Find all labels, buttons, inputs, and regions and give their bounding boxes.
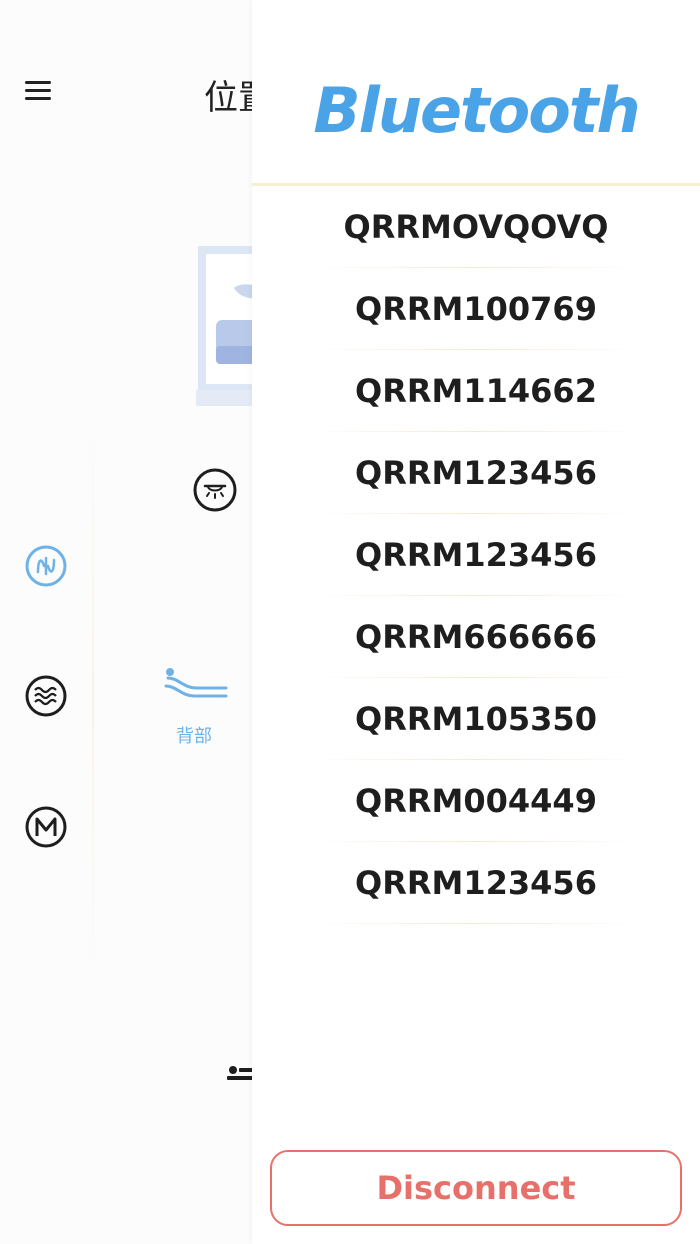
pillow-icon [227,1066,253,1080]
back-mode-label: 背部 [176,726,212,747]
device-item[interactable]: QRRM105350 [252,678,700,760]
device-item[interactable]: QRRM004449 [252,760,700,842]
light-icon[interactable] [192,467,238,513]
hamburger-menu-icon[interactable] [24,76,54,110]
device-item[interactable]: QRRM123456 [252,842,700,924]
memory-icon[interactable] [24,805,68,849]
device-item[interactable]: QRRM123456 [252,514,700,596]
back-mode-button[interactable]: 背部 [160,660,230,750]
device-item[interactable]: QRRM666666 [252,596,700,678]
bluetooth-drawer: Bluetooth QRRMOVQOVQ QRRM100769 QRRM1146… [252,0,700,1244]
back-recline-icon [164,668,228,698]
app-screen: 位置 背部 Bluetooth QRRMOVQOVQ QRRM100769 QR… [0,0,700,1244]
drawer-header: Bluetooth [252,0,700,184]
device-item[interactable]: QRRM100769 [252,268,700,350]
device-list: QRRMOVQOVQ QRRM100769 QRRM114662 QRRM123… [252,186,700,924]
disconnect-button[interactable]: Disconnect [270,1150,682,1226]
device-item[interactable]: QRRMOVQOVQ [252,186,700,268]
rail-divider [92,420,94,980]
wave-mode-icon[interactable] [24,544,68,588]
vibration-icon[interactable] [24,674,68,718]
device-item[interactable]: QRRM114662 [252,350,700,432]
drawer-title: Bluetooth [313,74,640,147]
device-item[interactable]: QRRM123456 [252,432,700,514]
